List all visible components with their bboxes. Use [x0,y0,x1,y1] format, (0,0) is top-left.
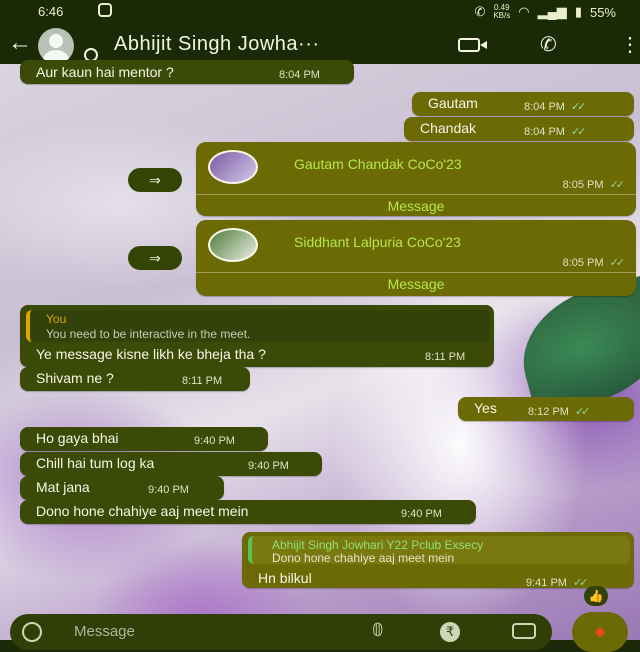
message-time: 9:40 PM [148,484,189,496]
message-time: 9:40 PM [248,460,289,472]
contact-card[interactable]: Gautam Chandak CoCo'23 8:05 PM ✓✓ Message [196,142,636,216]
message-text: Shivam ne ? [36,370,114,386]
message-outgoing[interactable]: Gautam 8:04 PM ✓✓ [412,92,634,116]
message-text: Mat jana [36,479,90,495]
message-incoming[interactable]: Aur kaun hai mentor ? 8:04 PM [20,60,354,84]
read-ticks-icon: ✓✓ [570,126,587,138]
message-time: 8:04 PM ✓✓ [524,101,587,113]
message-outgoing[interactable]: Chandak 8:04 PM ✓✓ [404,117,634,141]
read-ticks-icon: ✓✓ [572,577,589,589]
quote-author: You [46,312,67,326]
card-divider [196,194,636,195]
contact-name[interactable]: Abhijit Singh Jowha··· [114,33,320,56]
contact-avatar[interactable] [38,28,74,64]
contact-message-button[interactable]: Message [196,276,636,292]
read-ticks-icon: ✓✓ [574,406,591,418]
contact-card-name: Siddhant Lalpuria CoCo'23 [294,234,461,250]
emoji-icon[interactable] [22,622,42,642]
message-time: 8:05 PM ✓✓ [562,257,626,269]
quoted-message[interactable]: Abhijit Singh Jowhari Y22 Pclub Exsecy D… [248,536,630,565]
message-text: Ho gaya bhai [36,430,119,446]
contact-card-avatar [208,150,258,184]
camera-icon[interactable] [512,623,536,639]
contact-card[interactable]: Siddhant Lalpuria CoCo'23 8:05 PM ✓✓ Mess… [196,220,636,296]
network-speed: 0.49 KB/s [493,4,510,20]
battery-percent: 55% [589,4,616,20]
message-time: 9:40 PM [194,435,235,447]
read-ticks-icon: ✓✓ [609,257,626,269]
message-text: Chill hai tum log ka [36,455,155,471]
message-text: Chandak [420,120,477,136]
status-time: 6:46 [38,4,64,19]
card-divider [196,272,636,273]
call-status-icon: ✆ [474,4,486,19]
message-text: Aur kaun hai mentor ? [36,64,174,80]
contact-card-avatar [208,228,258,262]
signal-icon: ▂▄▆ [537,4,567,19]
battery-icon: ▮ [574,4,582,19]
message-time: 8:12 PM ✓✓ [528,406,591,418]
message-incoming[interactable]: Shivam ne ? 8:11 PM [20,367,250,391]
message-text: Yes [474,400,497,416]
forward-button[interactable]: ⇒ [128,246,182,270]
avatar-head-shape [49,34,63,48]
mic-button[interactable]: ● [572,612,628,652]
back-arrow-icon[interactable]: ← [8,30,32,56]
message-time: 8:11 PM [182,375,223,387]
message-incoming[interactable]: Chill hai tum log ka 9:40 PM [20,452,322,476]
payment-icon[interactable]: ₹ [440,622,460,642]
status-icons: ✆ 0.49 KB/s ◠ ▂▄▆ ▮ 55% [474,4,616,20]
message-text: Dono hone chahiye aaj meet mein [36,503,249,519]
wifi-icon: ◠ [518,4,530,19]
menu-icon[interactable]: ⋮ [620,32,640,57]
read-ticks-icon: ✓✓ [570,101,587,113]
message-incoming[interactable]: Dono hone chahiye aaj meet mein 9:40 PM [20,500,476,524]
read-ticks-icon: ✓✓ [609,179,626,191]
phone-icon[interactable]: ✆ [540,32,557,57]
reaction-emoji-icon[interactable]: 👍 [584,586,608,606]
status-bar: 6:46 ✆ 0.49 KB/s ◠ ▂▄▆ ▮ 55% [0,0,640,24]
message-text: Ye message kisne likh ke bheja tha ? [36,346,266,362]
forward-button[interactable]: ⇒ [128,168,182,192]
instagram-notification-icon [98,3,112,17]
message-time: 8:05 PM ✓✓ [562,179,626,191]
message-incoming[interactable]: Mat jana 9:40 PM [20,476,224,500]
attach-icon[interactable]: 𝟘 [372,620,383,641]
quote-text: Dono hone chahiye aaj meet mein [272,551,455,565]
contact-message-button[interactable]: Message [196,198,636,214]
message-time: 8:04 PM ✓✓ [524,126,587,138]
message-incoming[interactable]: Ho gaya bhai 9:40 PM [20,427,268,451]
message-time: 8:04 PM [279,69,320,81]
message-composer[interactable]: Message 𝟘 ₹ [10,614,552,650]
message-input[interactable]: Message [74,623,135,640]
video-call-icon[interactable] [458,38,487,52]
message-time: 9:41 PM ✓✓ [526,577,589,589]
quoted-message[interactable]: You You need to be interactive in the me… [26,310,490,342]
message-text: Hn bilkul [258,570,312,586]
quote-author: Abhijit Singh Jowhari Y22 Pclub Exsecy [272,538,484,552]
network-speed-unit: KB/s [493,11,511,20]
message-incoming-reply[interactable]: You You need to be interactive in the me… [20,305,494,367]
contact-card-name: Gautam Chandak CoCo'23 [294,156,462,172]
message-text: Gautam [428,95,478,111]
message-outgoing-reply[interactable]: Abhijit Singh Jowhari Y22 Pclub Exsecy D… [242,532,634,589]
quote-text: You need to be interactive in the meet. [46,327,251,341]
message-time: 9:40 PM [401,508,442,520]
message-time: 8:11 PM [425,351,466,363]
message-outgoing[interactable]: Yes 8:12 PM ✓✓ [458,397,634,421]
